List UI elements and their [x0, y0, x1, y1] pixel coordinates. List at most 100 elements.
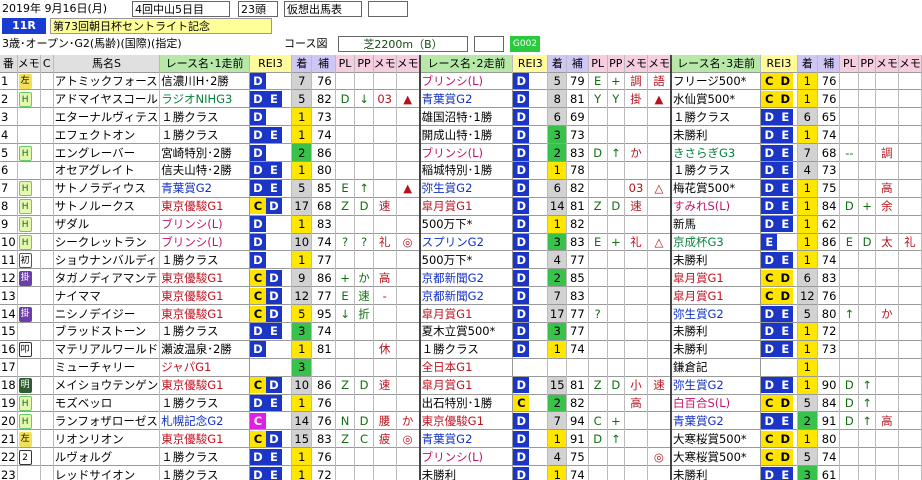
race-1-name[interactable]: 信濃川H･2勝	[159, 72, 250, 90]
race-1-name[interactable]: 東京優駿G1	[159, 286, 250, 305]
horse-name[interactable]: エターナルヴィテス	[53, 107, 161, 126]
table-row[interactable]: 15 ブラッドストーン １勝クラス D E 3 74 夏木立賞500* D 3 77 未勝利 D E 1 72	[0, 322, 922, 341]
race-1-name[interactable]: １勝クラス	[159, 394, 250, 412]
race-2-name[interactable]: 青葉賞G2	[419, 429, 514, 448]
horse-name[interactable]: ランフォザローゼス	[53, 411, 161, 430]
table-row[interactable]: 17 ミューチャリー ジャパG1 3 全日本G1 鎌倉記 1	[0, 358, 922, 377]
table-row[interactable]: 6 オセアグレイト 信夫山特･2勝 D E 1 80 稲城特別･1勝 D 1 78 １勝クラス D E 4 7…	[0, 161, 922, 180]
race-2-name[interactable]: 夏木立賞500*	[419, 322, 514, 341]
course-map-link[interactable]: コース図	[284, 36, 327, 52]
race-2-name[interactable]: 500万下*	[419, 215, 514, 234]
horse-name[interactable]: ショウナンバルディ	[53, 250, 161, 269]
race-2-name[interactable]: 皐月賞G1	[419, 304, 514, 323]
race-3-name[interactable]: 青葉賞G2	[670, 411, 762, 430]
horse-name[interactable]: リオンリオン	[53, 429, 161, 448]
race-3-name[interactable]: すみれS(L)	[670, 197, 762, 216]
race-2-name[interactable]: 500万下*	[419, 250, 514, 269]
race-3-name[interactable]: 弥生賞G2	[670, 304, 762, 323]
horse-name[interactable]: アドマイヤスコール	[53, 89, 161, 108]
race-3-name[interactable]: きさらぎG3	[670, 143, 762, 162]
race-3-name[interactable]: 大寒桜賞500*	[670, 447, 762, 466]
table-row[interactable]: 8 H サトノルークス 東京優駿G1 C D 17 68 Z D 速皐月賞G1 D 14 81 Z D 速すみれ…	[0, 197, 922, 216]
horse-name[interactable]: ルヴォルグ	[53, 447, 161, 466]
horse-name[interactable]: ニシノデイジー	[53, 304, 161, 323]
race-3-name[interactable]: １勝クラス	[670, 161, 762, 180]
race-2-name[interactable]: １勝クラス	[419, 340, 514, 359]
race-3-name[interactable]: 白百合S(L)	[670, 394, 762, 412]
race-3-name[interactable]: 皐月賞G1	[670, 268, 762, 287]
race-2-name[interactable]: スプリンG2	[419, 233, 514, 251]
race-3-name[interactable]: 新馬	[670, 215, 762, 234]
race-1-name[interactable]: １勝クラス	[159, 322, 250, 341]
race-1-name[interactable]: １勝クラス	[159, 250, 250, 269]
table-row[interactable]: 13 ナイママ 東京優駿G1 C D 12 77 E 速 - 京都新聞G2 D 7 83 皐月賞G1 C D 12…	[0, 286, 922, 305]
race-1-name[interactable]: １勝クラス	[159, 465, 250, 480]
race-2-name[interactable]: 東京優駿G1	[419, 411, 514, 430]
race-1-name[interactable]: 青葉賞G2	[159, 179, 250, 198]
race-2-name[interactable]: 出石特別･1勝	[419, 394, 514, 412]
table-row[interactable]: 14 掛ニシノデイジー 東京優駿G1 C D 5 95 ↓ 折皐月賞G1 D 17 77? 弥生賞G2 D…	[0, 304, 922, 323]
race-3-name[interactable]: 未勝利	[670, 322, 762, 341]
horse-name[interactable]: アトミックフォース	[53, 72, 161, 90]
race-3-name[interactable]: 未勝利	[670, 340, 762, 359]
table-row[interactable]: 12 掛タガノディアマンテ 東京優駿G1 C D 9 86 + か高京都新聞G2 D 2 85 皐月賞G…	[0, 268, 922, 287]
col-name[interactable]: 馬名S	[53, 55, 161, 72]
table-row[interactable]: 16 叩マテリアルワールド 瀬波温泉･2勝 D 1 81 休 １勝クラス D 1 74 未勝利 D E 1 7…	[0, 340, 922, 359]
race-1-name[interactable]: 宮崎特別･2勝	[159, 143, 250, 162]
table-row[interactable]: 19 H モズベッロ １勝クラス D E 1 76 出石特別･1勝 C 2 82 高白百合S(L) C D 5…	[0, 394, 922, 412]
race-1-name[interactable]: 東京優駿G1	[159, 429, 250, 448]
horse-name[interactable]: シークレットラン	[53, 233, 161, 251]
table-row[interactable]: 23 レッドサイオン １勝クラス D E 1 72 未勝利 D 1 74 未勝利 D E 3 61	[0, 465, 922, 480]
mode-label[interactable]: 仮想出馬表	[284, 1, 362, 17]
race-1-name[interactable]: ラジオNIHG3	[159, 89, 250, 108]
race-2-name[interactable]: 未勝利	[419, 465, 514, 480]
race-1-name[interactable]: 信夫山特･2勝	[159, 161, 250, 180]
horse-name[interactable]: マテリアルワールド	[53, 340, 161, 359]
race-1-name[interactable]: １勝クラス	[159, 107, 250, 126]
race-1-name[interactable]: 東京優駿G1	[159, 304, 250, 323]
horse-name[interactable]: オセアグレイト	[53, 161, 161, 180]
race-3-name[interactable]: 水仙賞500*	[670, 89, 762, 108]
horse-name[interactable]: エフェクトオン	[53, 125, 161, 144]
horse-name[interactable]: ミューチャリー	[53, 358, 161, 377]
race-2-name[interactable]: ブリンシ(L)	[419, 447, 514, 466]
race-3-name[interactable]: 未勝利	[670, 250, 762, 269]
horse-name[interactable]: ザダル	[53, 215, 161, 234]
race-1-name[interactable]: １勝クラス	[159, 447, 250, 466]
race-3-name[interactable]: 弥生賞G2	[670, 376, 762, 395]
race-3-name[interactable]: 鎌倉記	[670, 358, 762, 377]
race-2-name[interactable]: 弥生賞G2	[419, 179, 514, 198]
horse-name[interactable]: モズベッロ	[53, 394, 161, 412]
race-3-name[interactable]: 未勝利	[670, 125, 762, 144]
race-2-name[interactable]: 稲城特別･1勝	[419, 161, 514, 180]
table-row[interactable]: 18 明メイショウテンゲン 東京優駿G1 C D 10 86 Z D 速皐月賞G1 D 15 81 Z D 小…	[0, 376, 922, 395]
race-1-name[interactable]: ブリンシ(L)	[159, 233, 250, 251]
race-2-name[interactable]: 京都新聞G2	[419, 286, 514, 305]
horse-name[interactable]: メイショウテンゲン	[53, 376, 161, 395]
race-2-name[interactable]: 青葉賞G2	[419, 89, 514, 108]
race-3-name[interactable]: １勝クラス	[670, 107, 762, 126]
race-2-name[interactable]: 京都新聞G2	[419, 268, 514, 287]
race-2-name[interactable]: 雄国沼特･1勝	[419, 107, 514, 126]
race-3-name[interactable]: 大寒桜賞500*	[670, 429, 762, 448]
horse-name[interactable]: サトノルークス	[53, 197, 161, 216]
race-1-name[interactable]: 札幌記念G2	[159, 411, 250, 430]
horse-name[interactable]: サトノラディウス	[53, 179, 161, 198]
table-row[interactable]: 3 エターナルヴィテス １勝クラス D 1 73 雄国沼特･1勝 D 6 69 １勝クラス D E 6 65	[0, 107, 922, 126]
table-row[interactable]: 11 初ショウナンバルディ １勝クラス D 1 77 500万下* D 4 77 未勝利 D E 1 74	[0, 250, 922, 269]
race-1-name[interactable]: 東京優駿G1	[159, 376, 250, 395]
race-3-name[interactable]: 皐月賞G1	[670, 286, 762, 305]
race-1-name[interactable]: 東京優駿G1	[159, 197, 250, 216]
race-1-name[interactable]: ブリンシ(L)	[159, 215, 250, 234]
race-1-name[interactable]: １勝クラス	[159, 125, 250, 144]
table-row[interactable]: 4 エフェクトオン １勝クラス D E 1 74 開成山特･1勝 D 3 73 未勝利 D E 1 74	[0, 125, 922, 144]
race-1-name[interactable]: 瀬波温泉･2勝	[159, 340, 250, 359]
table-row[interactable]: 7 H サトノラディウス 青葉賞G2 D E 5 85 E ↑ ▲ 弥生賞G2 D 6 82 03 △ 梅花賞50…	[0, 179, 922, 198]
table-row[interactable]: 1 左アトミックフォース 信濃川H･2勝 D 7 76 ブリンシ(L) D 5 79 E + 調語フリー…	[0, 72, 922, 90]
race-2-name[interactable]: 皐月賞G1	[419, 376, 514, 395]
horse-name[interactable]: ナイママ	[53, 286, 161, 305]
horse-name[interactable]: エングレーバー	[53, 143, 161, 162]
race-3-name[interactable]: 未勝利	[670, 465, 762, 480]
horse-name[interactable]: レッドサイオン	[53, 465, 161, 480]
table-row[interactable]: 20 H ランフォザローゼス 札幌記念G2 C 14 76 N D 腰か東京優駿G1 D 7 94 C + 青…	[0, 411, 922, 430]
